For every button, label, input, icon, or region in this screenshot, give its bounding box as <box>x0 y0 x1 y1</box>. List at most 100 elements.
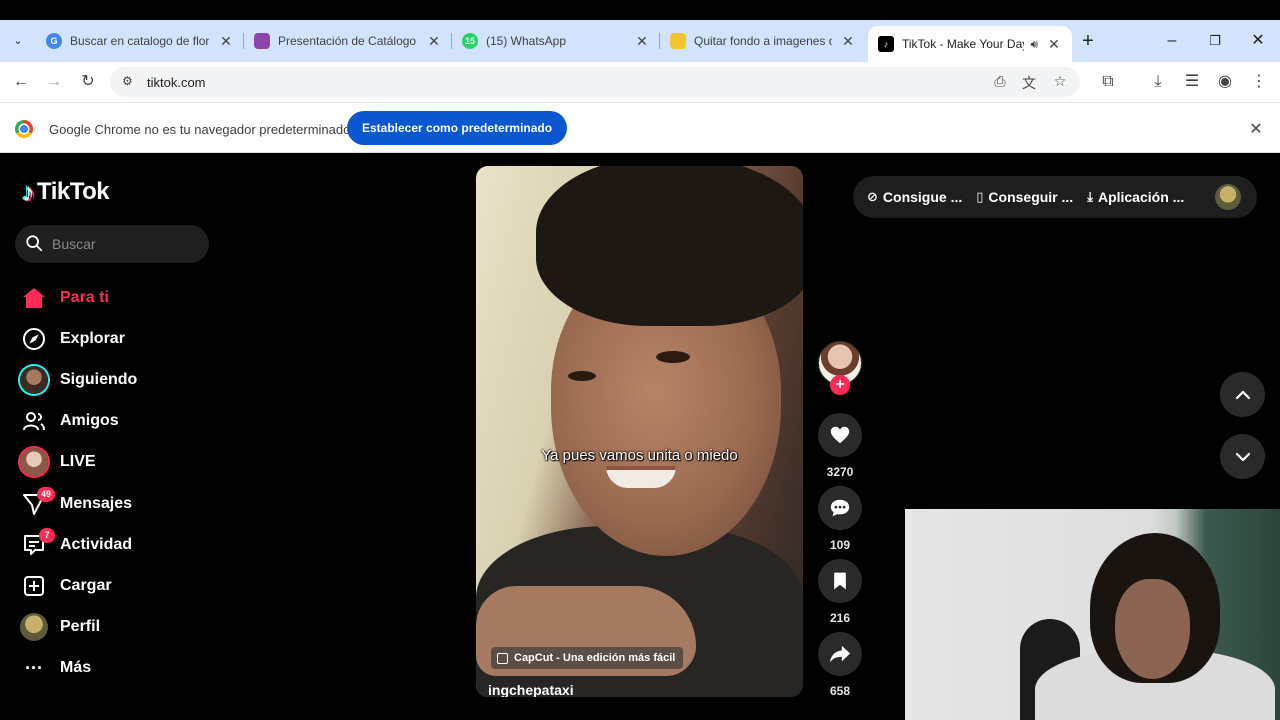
sidebar-item-siguiendo[interactable]: Siguiendo <box>19 359 229 400</box>
follow-button[interactable]: + <box>830 375 850 395</box>
activity-icon: 7 <box>19 527 55 560</box>
browser-tab-quitar-fondo[interactable]: Quitar fondo a imagenes on ✕ <box>660 20 866 62</box>
sidebar-item-label: Para ti <box>60 288 109 306</box>
get-app-label: Conseguir ... <box>988 189 1074 205</box>
extensions-icon[interactable]: ⧉ <box>1097 71 1119 93</box>
share-button[interactable] <box>818 632 862 676</box>
minimize-icon[interactable]: – <box>1162 31 1182 51</box>
friends-icon <box>19 406 49 436</box>
reload-icon[interactable]: ↻ <box>77 71 99 93</box>
profile-avatar <box>19 612 49 642</box>
comment-button[interactable] <box>818 486 862 530</box>
bookmark-star-icon[interactable]: ☆ <box>1050 73 1070 90</box>
search-input[interactable] <box>52 225 202 263</box>
previous-video-button[interactable] <box>1220 372 1265 417</box>
close-tab-icon[interactable]: ✕ <box>1046 36 1062 53</box>
close-tab-icon[interactable]: ✕ <box>218 33 234 50</box>
share-action: 658 <box>818 632 862 698</box>
download-app-button[interactable]: ⤓ Aplicación ... <box>1087 189 1184 205</box>
following-avatar <box>19 365 49 395</box>
home-icon <box>19 283 49 313</box>
next-video-button[interactable] <box>1220 434 1265 479</box>
capcut-effect-label[interactable]: CapCut - Una edición más fácil <box>491 647 684 669</box>
close-tab-icon[interactable]: ✕ <box>634 33 650 50</box>
save-button[interactable] <box>818 559 862 603</box>
activity-badge: 7 <box>39 527 55 543</box>
live-avatar <box>19 447 49 477</box>
effect-label-text: CapCut - Una edición más fácil <box>514 652 676 664</box>
sidebar-nav: Para ti Explorar Siguiendo Amigos LIVE 4… <box>19 277 229 689</box>
sidebar-item-amigos[interactable]: Amigos <box>19 401 229 442</box>
close-tab-icon[interactable]: ✕ <box>840 33 856 50</box>
search-icon[interactable] <box>25 234 43 252</box>
sidebar-item-mensajes[interactable]: 49 Mensajes <box>19 483 229 524</box>
menu-kebab-icon[interactable]: ⋮ <box>1248 71 1270 93</box>
sidebar-item-label: Mensajes <box>60 494 133 512</box>
close-window-icon[interactable]: ✕ <box>1248 31 1268 51</box>
get-coins-label: Consigue ... <box>882 189 963 205</box>
save-action: 216 <box>818 559 862 625</box>
get-app-button[interactable]: ▯ Conseguir ... <box>976 189 1073 205</box>
like-count: 3270 <box>826 465 854 479</box>
video-caption: Ya pues vamos unita o miedo <box>541 447 738 464</box>
back-icon[interactable]: ← <box>10 71 32 93</box>
restore-icon[interactable]: ❐ <box>1205 31 1225 51</box>
more-icon: ··· <box>25 657 43 678</box>
bookmark-icon <box>834 572 846 590</box>
sidebar-item-cargar[interactable]: Cargar <box>19 565 229 606</box>
remove-bg-icon <box>670 33 686 49</box>
sidebar-item-perfil[interactable]: Perfil <box>19 607 229 648</box>
save-count: 216 <box>829 611 851 625</box>
user-avatar[interactable] <box>1215 184 1241 210</box>
tiktok-page: ♪ TikTok Para ti Explorar Siguiendo <box>0 153 1280 720</box>
whatsapp-icon: 15 <box>462 33 478 49</box>
video-username[interactable]: ingchepataxi <box>488 682 574 697</box>
default-browser-infobar: Google Chrome no es tu navegador predete… <box>0 102 1280 153</box>
address-bar[interactable]: ⚙ tiktok.com ⎙ 文 ☆ <box>110 67 1080 97</box>
close-infobar-icon[interactable]: ✕ <box>1246 119 1266 139</box>
new-tab-button[interactable]: + <box>1078 31 1098 51</box>
forward-icon[interactable]: → <box>43 71 65 93</box>
sidebar-item-actividad[interactable]: 7 Actividad <box>19 524 229 565</box>
url-text[interactable]: tiktok.com <box>147 75 206 90</box>
messages-icon: 49 <box>19 486 55 519</box>
tab-search-button[interactable]: ⌄ <box>8 30 28 50</box>
sidebar-item-label: Amigos <box>60 412 119 430</box>
chevron-down-icon <box>1235 452 1250 461</box>
sidebar-item-live[interactable]: LIVE <box>19 442 229 483</box>
sidebar-item-label: LIVE <box>60 453 96 471</box>
media-control-icon[interactable]: ☰ <box>1181 71 1203 93</box>
browser-tab-presentacion[interactable]: Presentación de Catálogo de ✕ <box>244 20 452 62</box>
messages-badge: 49 <box>36 486 55 502</box>
tiktok-logo[interactable]: ♪ TikTok <box>22 177 110 207</box>
install-app-icon[interactable]: ⎙ <box>990 73 1010 90</box>
site-info-icon[interactable]: ⚙ <box>122 74 133 88</box>
search-box <box>15 225 209 263</box>
browser-tab-whatsapp[interactable]: 15 (15) WhatsApp ✕ <box>452 20 660 62</box>
top-right-actions: ⊘ Consigue ... ▯ Conseguir ... ⤓ Aplicac… <box>853 176 1257 218</box>
get-coins-button[interactable]: ⊘ Consigue ... <box>867 189 962 205</box>
upload-icon <box>19 571 49 601</box>
browser-tabstrip: ⌄ G Buscar en catalogo de flores ✕ Prese… <box>0 20 1280 62</box>
like-button[interactable] <box>818 413 862 457</box>
sidebar-item-mas[interactable]: ··· Más <box>19 648 229 689</box>
tab-title: (15) WhatsApp <box>486 34 567 48</box>
translate-icon[interactable]: 文 <box>1019 73 1039 93</box>
downloads-icon[interactable]: ⤓ <box>1147 71 1169 93</box>
download-app-label: Aplicación ... <box>1097 189 1185 205</box>
browser-tab-flores[interactable]: G Buscar en catalogo de flores ✕ <box>36 20 244 62</box>
share-arrow-icon <box>829 645 851 663</box>
speaker-icon[interactable]: 🔊︎ <box>1030 37 1038 52</box>
browser-tab-tiktok[interactable]: ♪ TikTok - Make Your Day 🔊︎ ✕ <box>868 26 1072 62</box>
close-tab-icon[interactable]: ✕ <box>426 33 442 50</box>
set-default-button[interactable]: Establecer como predeterminado <box>347 111 568 145</box>
profile-icon[interactable]: ◉ <box>1214 71 1236 93</box>
sidebar-item-para-ti[interactable]: Para ti <box>19 277 229 318</box>
video-player[interactable]: Ya pues vamos unita o miedo CapCut - Una… <box>476 166 803 697</box>
sidebar-item-explorar[interactable]: Explorar <box>19 318 229 359</box>
download-icon: ⤓ <box>1087 189 1093 204</box>
tiktok-note-icon: ♪ <box>22 177 35 207</box>
tab-title: Presentación de Catálogo de <box>278 34 418 48</box>
chrome-logo-icon <box>15 120 33 138</box>
browser-toolbar: ← → ↻ ⚙ tiktok.com ⎙ 文 ☆ ⧉ ⤓ ☰ ◉ ⋮ <box>0 62 1280 102</box>
